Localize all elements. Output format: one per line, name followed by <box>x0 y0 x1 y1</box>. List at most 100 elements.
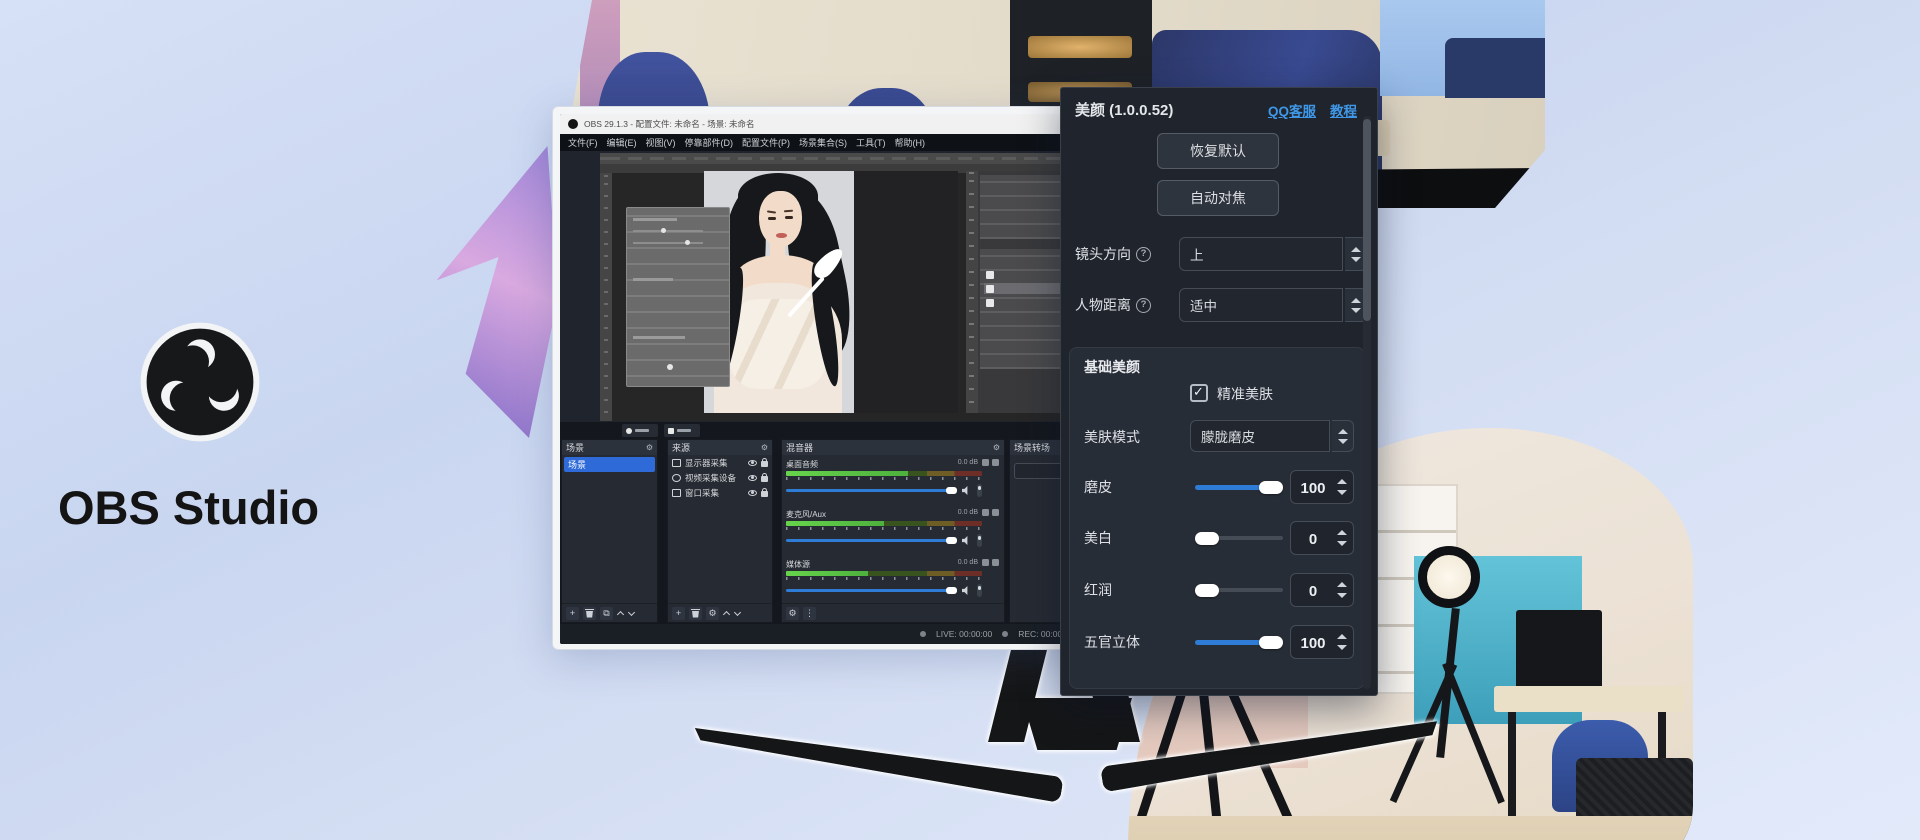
gear-icon[interactable]: ⚙ <box>761 443 768 452</box>
vu-meter <box>786 571 982 576</box>
slider-track[interactable] <box>1217 588 1283 592</box>
poster-stage: OBS Studio OBS 29.1.3 - 配置文件: 未命名 - 场景: … <box>0 0 1920 840</box>
value-stepper[interactable] <box>1335 471 1349 505</box>
help-icon[interactable]: ? <box>1136 247 1151 262</box>
menu-view[interactable]: 视图(V) <box>646 136 676 149</box>
value-stepper[interactable] <box>1335 522 1349 556</box>
value-stepper[interactable] <box>1335 574 1349 608</box>
remove-source-button[interactable] <box>689 607 702 620</box>
mixer-config-button[interactable]: ⚙ <box>786 607 799 620</box>
sources-dock: 来源 ⚙ 显示器采集 视频采集设备 <box>667 439 773 623</box>
channel-db: 0.0 dB <box>958 459 978 466</box>
subject-distance-select[interactable]: 适中 <box>1179 288 1343 322</box>
art-shape <box>785 216 793 219</box>
volume-track[interactable] <box>786 539 956 542</box>
whitening-label: 美白 <box>1084 521 1112 555</box>
gear-icon[interactable]: ⚙ <box>646 443 653 452</box>
volume-track[interactable] <box>786 489 956 492</box>
gear-icon[interactable]: ⚙ <box>993 443 1000 452</box>
visibility-eye-icon[interactable] <box>748 475 757 481</box>
source-item[interactable]: 显示器采集 <box>668 455 772 470</box>
remove-scene-button[interactable] <box>583 607 596 620</box>
value-stepper[interactable] <box>1335 626 1349 660</box>
menu-help[interactable]: 帮助(H) <box>895 136 926 149</box>
rosy-slider[interactable] <box>1195 583 1283 597</box>
whitening-slider[interactable] <box>1195 531 1283 545</box>
menu-docks[interactable]: 停靠部件(D) <box>685 136 734 149</box>
slider-handle[interactable] <box>1259 481 1283 494</box>
visibility-eye-icon[interactable] <box>748 490 757 496</box>
balance-control[interactable] <box>977 534 982 547</box>
auto-focus-button[interactable]: 自动对焦 <box>1157 180 1279 216</box>
menu-edit[interactable]: 编辑(E) <box>607 136 637 149</box>
speaker-icon[interactable] <box>962 586 971 595</box>
move-up-button[interactable] <box>617 610 624 617</box>
tutorial-link[interactable]: 教程 <box>1330 100 1357 120</box>
balance-control[interactable] <box>977 484 982 497</box>
volume-slider[interactable] <box>786 585 982 595</box>
menu-scene-collection[interactable]: 场景集合(S) <box>799 136 847 149</box>
scene-item-selected[interactable]: 场景 <box>564 457 655 472</box>
value-number: 0 <box>1291 522 1335 556</box>
balance-control[interactable] <box>977 584 982 597</box>
volume-handle[interactable] <box>946 537 957 544</box>
source-item[interactable]: 视频采集设备 <box>668 470 772 485</box>
settings-icon[interactable] <box>992 459 999 466</box>
lock-icon[interactable] <box>761 476 768 482</box>
precise-skin-checkbox[interactable] <box>1190 384 1208 402</box>
plugin-chip-2[interactable] <box>664 424 700 437</box>
smooth-skin-slider[interactable] <box>1195 480 1283 494</box>
speaker-icon[interactable] <box>962 486 971 495</box>
channel-db: 0.0 dB <box>958 559 978 566</box>
scrollbar-thumb[interactable] <box>1363 119 1371 321</box>
volume-track[interactable] <box>786 589 956 592</box>
move-down-button[interactable] <box>734 610 741 617</box>
volume-slider[interactable] <box>786 535 982 545</box>
mixer-menu-button[interactable]: ⋮ <box>803 607 816 620</box>
art-shape <box>661 228 666 233</box>
slider-handle[interactable] <box>1195 532 1219 545</box>
menu-file[interactable]: 文件(F) <box>568 136 598 149</box>
volume-handle[interactable] <box>946 587 957 594</box>
source-properties-button[interactable]: ⚙ <box>706 607 719 620</box>
volume-handle[interactable] <box>946 487 957 494</box>
chevron-down-icon <box>1337 593 1347 598</box>
slider-handle[interactable] <box>1259 636 1283 649</box>
slider-track[interactable] <box>1217 536 1283 540</box>
live-indicator-icon <box>920 631 926 637</box>
art-shape <box>633 336 685 339</box>
dot-icon <box>626 428 632 434</box>
plugin-chip-1[interactable] <box>622 424 658 437</box>
mute-icon[interactable] <box>982 509 989 516</box>
menu-profile[interactable]: 配置文件(P) <box>742 136 790 149</box>
add-scene-button[interactable]: + <box>566 607 579 620</box>
qq-support-link[interactable]: QQ客服 <box>1268 100 1316 120</box>
channel-name: 媒体源 <box>786 559 810 570</box>
mute-icon[interactable] <box>982 559 989 566</box>
menu-tools[interactable]: 工具(T) <box>856 136 886 149</box>
visibility-eye-icon[interactable] <box>748 460 757 466</box>
lock-icon[interactable] <box>761 461 768 467</box>
lock-icon[interactable] <box>761 491 768 497</box>
select-stepper[interactable] <box>1332 420 1354 452</box>
help-icon[interactable]: ? <box>1136 298 1151 313</box>
lens-direction-select[interactable]: 上 <box>1179 237 1343 271</box>
lens-direction-label: 镜头方向 ? <box>1075 237 1151 271</box>
chevron-down-icon <box>1337 490 1347 495</box>
source-item[interactable]: 窗口采集 <box>668 485 772 500</box>
settings-icon[interactable] <box>992 509 999 516</box>
volume-slider[interactable] <box>786 485 982 495</box>
mute-icon[interactable] <box>982 459 989 466</box>
face-contour-slider[interactable] <box>1195 635 1283 649</box>
restore-defaults-button[interactable]: 恢复默认 <box>1157 133 1279 169</box>
settings-icon[interactable] <box>992 559 999 566</box>
duplicate-scene-button[interactable]: ⧉ <box>600 607 613 620</box>
add-source-button[interactable]: + <box>672 607 685 620</box>
move-up-button[interactable] <box>723 610 730 617</box>
skin-mode-select[interactable]: 朦胧磨皮 <box>1190 420 1330 452</box>
face-contour-label: 五官立体 <box>1084 625 1140 659</box>
move-down-button[interactable] <box>628 610 635 617</box>
slider-handle[interactable] <box>1195 584 1219 597</box>
speaker-icon[interactable] <box>962 536 971 545</box>
art-shape <box>1508 712 1516 822</box>
